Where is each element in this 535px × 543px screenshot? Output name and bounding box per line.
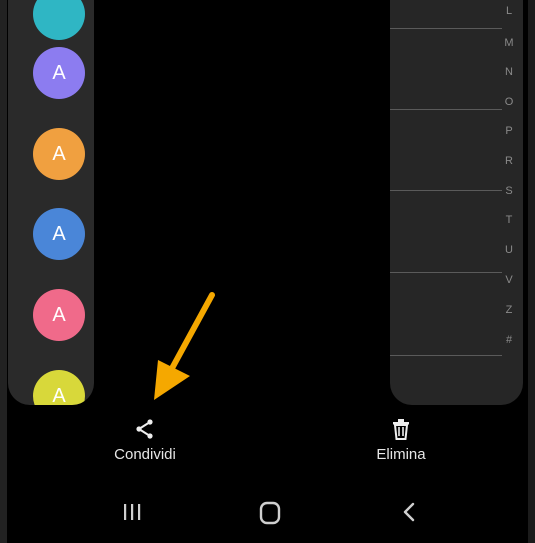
index-letter[interactable]: M: [496, 37, 522, 49]
phone-screen: A A A A A L M N O P R S T U V Z # Condiv…: [0, 0, 535, 543]
list-divider: [390, 355, 502, 356]
index-letter[interactable]: #: [496, 334, 522, 346]
index-letter[interactable]: O: [496, 96, 522, 108]
share-label: Condividi: [114, 446, 176, 463]
trash-icon: [393, 419, 409, 440]
list-divider: [390, 272, 502, 273]
avatar-initial: A: [52, 222, 66, 245]
contact-avatars-panel: A A A A A: [8, 0, 94, 405]
share-icon: [136, 419, 153, 439]
delete-button[interactable]: Elimina: [356, 418, 446, 463]
device-bezel-right: [528, 0, 535, 543]
avatar-partial-top[interactable]: [33, 0, 85, 40]
index-letter[interactable]: N: [496, 66, 522, 78]
avatar-initial: A: [52, 61, 66, 84]
alphabet-index-scroller[interactable]: L M N O P R S T U V Z #: [496, 0, 522, 360]
share-button[interactable]: Condividi: [100, 418, 190, 463]
index-letter[interactable]: R: [496, 155, 522, 167]
list-divider: [390, 190, 502, 191]
delete-label: Elimina: [376, 446, 426, 463]
avatar-initial: A: [52, 303, 66, 326]
annotation-arrow-icon: [154, 292, 215, 400]
list-divider: [390, 109, 502, 110]
index-letter[interactable]: Z: [496, 304, 522, 316]
contact-avatar[interactable]: A: [33, 208, 85, 260]
list-divider: [390, 28, 502, 29]
contact-avatar[interactable]: A: [33, 289, 85, 341]
index-letter[interactable]: L: [496, 5, 522, 17]
contact-avatar[interactable]: A: [33, 47, 85, 99]
contact-avatar[interactable]: A: [33, 128, 85, 180]
index-letter[interactable]: U: [496, 244, 522, 256]
avatar-initial: A: [52, 142, 66, 165]
home-icon[interactable]: [257, 500, 283, 526]
index-letter[interactable]: S: [496, 185, 522, 197]
index-letter[interactable]: V: [496, 274, 522, 286]
device-bezel-left: [0, 0, 7, 543]
recent-apps-icon[interactable]: [121, 501, 143, 523]
back-icon[interactable]: [399, 501, 421, 523]
index-letter[interactable]: P: [496, 125, 522, 137]
index-letter[interactable]: T: [496, 214, 522, 226]
contact-avatar[interactable]: A: [33, 370, 85, 405]
avatar-initial: A: [52, 384, 66, 406]
